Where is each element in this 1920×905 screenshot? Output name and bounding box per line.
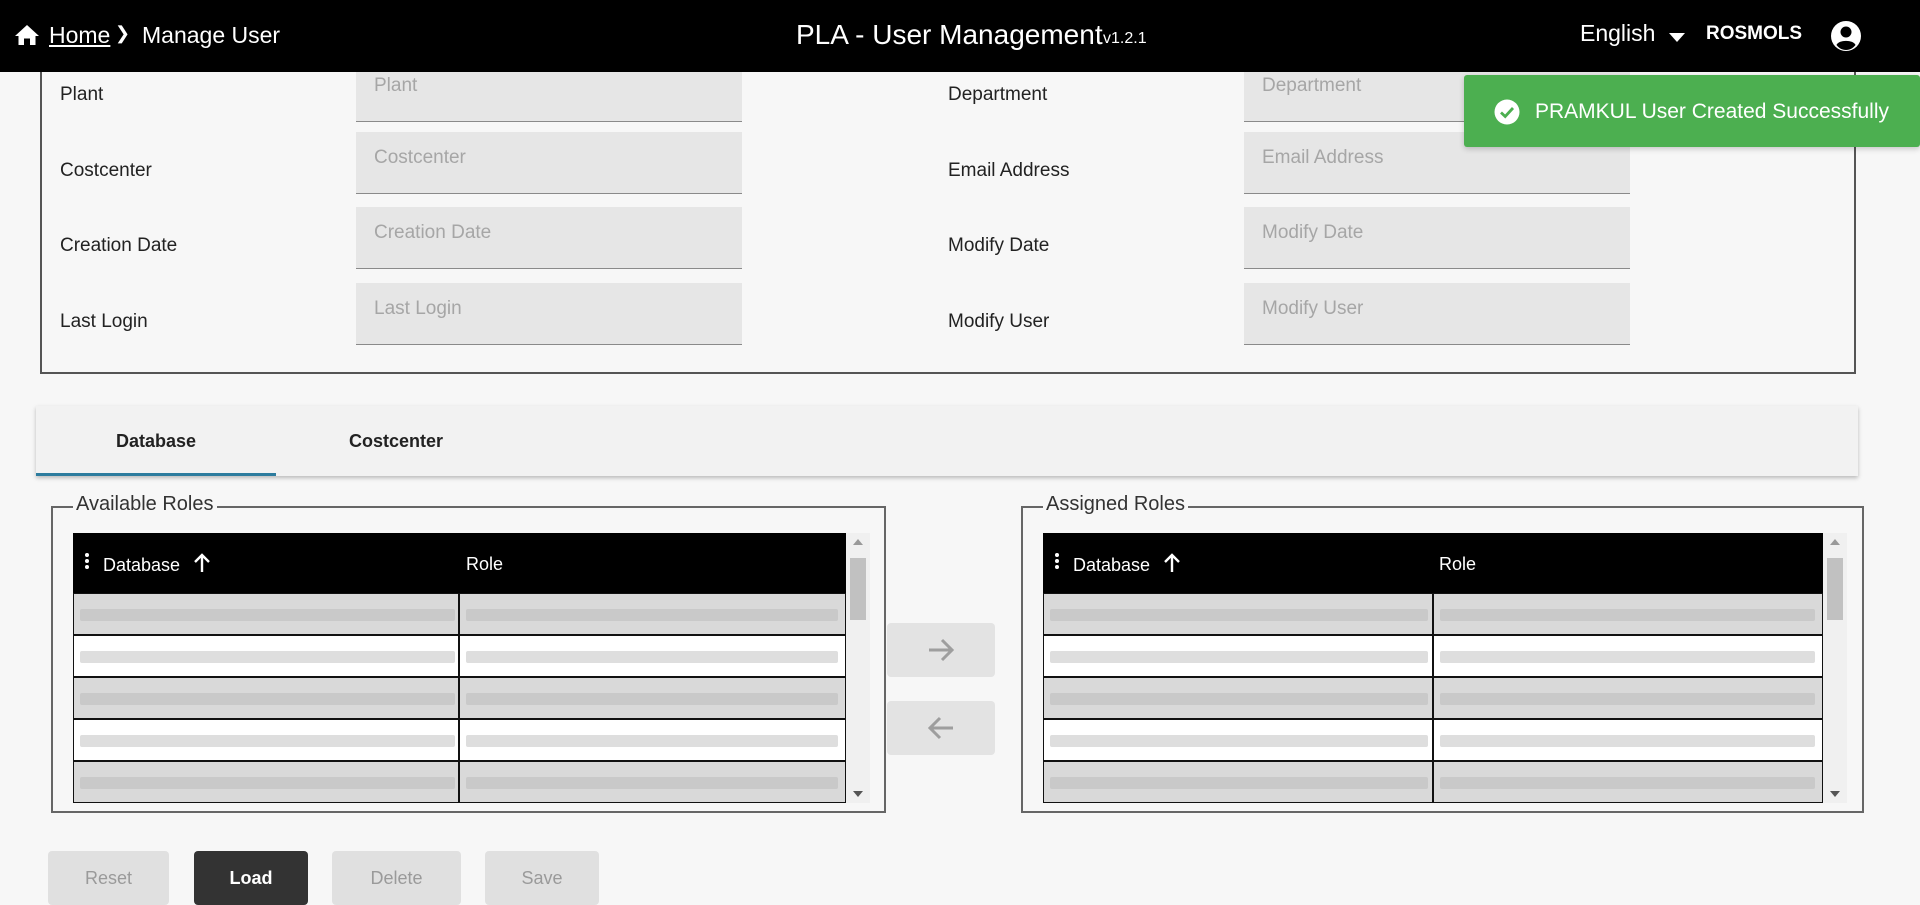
tab-database[interactable]: Database bbox=[36, 406, 276, 476]
loading-placeholder bbox=[1440, 651, 1815, 663]
loading-placeholder bbox=[80, 693, 455, 705]
top-bar: Home ❯ Manage User PLA - User Management… bbox=[0, 0, 1920, 72]
table-row[interactable] bbox=[73, 677, 846, 719]
arrow-left-icon bbox=[927, 716, 953, 740]
modify-date-input[interactable] bbox=[1244, 207, 1630, 269]
loading-placeholder bbox=[80, 735, 455, 747]
username: ROSMOLS bbox=[1706, 23, 1803, 44]
loading-placeholder bbox=[1050, 777, 1428, 789]
column-header-role[interactable]: Role bbox=[466, 554, 503, 575]
costcenter-input[interactable] bbox=[356, 132, 742, 194]
loading-placeholder bbox=[1050, 735, 1428, 747]
table-row[interactable] bbox=[73, 593, 846, 635]
toast-message: PRAMKUL User Created Successfully bbox=[1535, 100, 1890, 123]
scroll-thumb[interactable] bbox=[850, 558, 866, 620]
home-icon[interactable] bbox=[14, 24, 40, 46]
modify-date-label: Modify Date bbox=[948, 235, 1050, 256]
breadcrumb-current: Manage User bbox=[142, 22, 281, 48]
scroll-up-icon[interactable] bbox=[853, 539, 863, 545]
loading-placeholder bbox=[1440, 777, 1815, 789]
column-menu-icon[interactable] bbox=[1055, 553, 1059, 569]
load-button[interactable]: Load bbox=[194, 851, 308, 905]
department-label: Department bbox=[948, 84, 1048, 105]
last-login-input[interactable] bbox=[356, 283, 742, 345]
costcenter-label: Costcenter bbox=[60, 160, 152, 181]
creation-date-label: Creation Date bbox=[60, 235, 178, 256]
save-button[interactable]: Save bbox=[485, 851, 599, 905]
breadcrumb-separator: ❯ bbox=[115, 23, 131, 43]
scroll-down-icon[interactable] bbox=[1830, 791, 1840, 797]
table-row[interactable] bbox=[73, 719, 846, 761]
email-address-label: Email Address bbox=[948, 160, 1070, 181]
assigned-roles-scrollbar[interactable] bbox=[1823, 533, 1847, 803]
arrow-right-icon bbox=[929, 638, 955, 662]
tabs-bar: Database Costcenter bbox=[36, 406, 1858, 476]
assigned-roles-grid: Database Role bbox=[1043, 533, 1823, 803]
grid-header: Database Role bbox=[73, 533, 846, 593]
scroll-up-icon[interactable] bbox=[1830, 539, 1840, 545]
delete-button[interactable]: Delete bbox=[332, 851, 461, 905]
loading-placeholder bbox=[466, 777, 838, 789]
sort-ascending-icon[interactable] bbox=[1163, 553, 1181, 573]
loading-placeholder bbox=[1440, 735, 1815, 747]
loading-placeholder bbox=[466, 609, 838, 621]
language-selector[interactable]: English bbox=[1580, 20, 1655, 47]
tab-costcenter[interactable]: Costcenter bbox=[276, 406, 516, 476]
table-row[interactable] bbox=[1043, 677, 1823, 719]
creation-date-input[interactable] bbox=[356, 207, 742, 269]
check-circle-icon bbox=[1494, 99, 1520, 125]
grid-header: Database Role bbox=[1043, 533, 1823, 593]
loading-placeholder bbox=[1050, 651, 1428, 663]
loading-placeholder bbox=[1050, 693, 1428, 705]
loading-placeholder bbox=[1440, 693, 1815, 705]
table-row[interactable] bbox=[1043, 635, 1823, 677]
scroll-down-icon[interactable] bbox=[853, 791, 863, 797]
loading-placeholder bbox=[1440, 609, 1815, 621]
app-title: PLA - User Management bbox=[796, 19, 1103, 50]
table-row[interactable] bbox=[1043, 719, 1823, 761]
plant-label: Plant bbox=[60, 84, 104, 105]
column-header-database[interactable]: Database bbox=[103, 555, 180, 576]
breadcrumb-home-link[interactable]: Home bbox=[49, 22, 110, 49]
loading-placeholder bbox=[466, 735, 838, 747]
loading-placeholder bbox=[466, 693, 838, 705]
table-row[interactable] bbox=[1043, 761, 1823, 803]
loading-placeholder bbox=[466, 651, 838, 663]
table-row[interactable] bbox=[73, 761, 846, 803]
available-roles-legend: Available Roles bbox=[73, 493, 217, 516]
sort-ascending-icon[interactable] bbox=[193, 553, 211, 573]
assigned-roles-fieldset: Assigned Roles Database Role bbox=[1021, 493, 1864, 813]
reset-button[interactable]: Reset bbox=[48, 851, 169, 905]
column-header-database[interactable]: Database bbox=[1073, 555, 1150, 576]
available-roles-fieldset: Available Roles Database Role bbox=[51, 493, 886, 813]
loading-placeholder bbox=[80, 609, 455, 621]
available-roles-scrollbar[interactable] bbox=[846, 533, 870, 803]
assigned-roles-legend: Assigned Roles bbox=[1043, 493, 1188, 516]
column-menu-icon[interactable] bbox=[85, 553, 89, 569]
modify-user-input[interactable] bbox=[1244, 283, 1630, 345]
app-version: v1.2.1 bbox=[1103, 30, 1147, 47]
success-toast[interactable]: PRAMKUL User Created Successfully bbox=[1464, 75, 1920, 147]
available-roles-grid: Database Role bbox=[73, 533, 846, 803]
account-circle-icon[interactable] bbox=[1830, 20, 1862, 52]
column-header-role[interactable]: Role bbox=[1439, 554, 1476, 575]
unassign-role-button[interactable] bbox=[887, 701, 995, 755]
scroll-thumb[interactable] bbox=[1827, 558, 1843, 620]
loading-placeholder bbox=[80, 777, 455, 789]
modify-user-label: Modify User bbox=[948, 311, 1050, 332]
table-row[interactable] bbox=[1043, 593, 1823, 635]
loading-placeholder bbox=[80, 651, 455, 663]
loading-placeholder bbox=[1050, 609, 1428, 621]
caret-down-icon[interactable] bbox=[1669, 33, 1685, 42]
assign-role-button[interactable] bbox=[887, 623, 995, 677]
last-login-label: Last Login bbox=[60, 311, 148, 332]
table-row[interactable] bbox=[73, 635, 846, 677]
